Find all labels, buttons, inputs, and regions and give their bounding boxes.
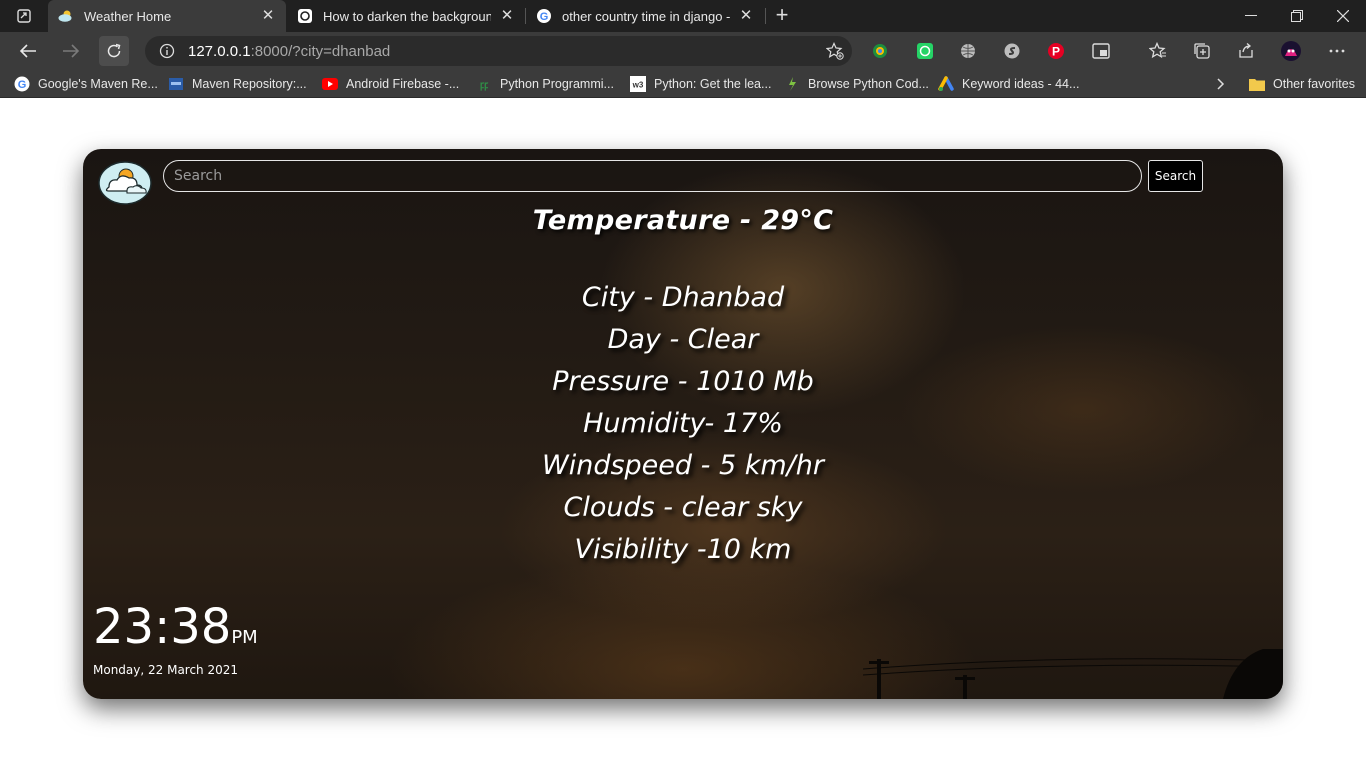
tab-actions-icon[interactable] [10,6,38,26]
chevron-right-icon[interactable] [1212,76,1228,92]
svg-text:G: G [18,79,27,91]
stat-city: City - Dhanbad [581,282,785,313]
stat-visibility: Visibility -10 km [574,534,792,565]
bookmark-android-firebase[interactable]: Android Firebase -... [322,74,459,94]
restore-icon[interactable] [1274,0,1320,32]
bookmark-label: Android Firebase -... [346,77,460,91]
forward-arrow-icon[interactable] [56,36,86,66]
bookmark-label: Google's Maven Re... [38,77,158,91]
share-icon[interactable] [1235,40,1257,62]
bookmark-label: Python Programmi... [500,77,614,91]
folder-icon [1249,76,1265,92]
collections-icon[interactable] [1191,40,1213,62]
maven-icon [168,76,184,92]
temperature-heading: Temperature - 29°C [532,205,834,236]
extension-globe-icon[interactable] [869,40,891,62]
address-bar[interactable]: 127.0.0.1:8000/?city=dhanbad [145,36,852,66]
search-input[interactable] [163,160,1142,192]
youtube-icon [322,76,338,92]
bookmark-label: Maven Repository:... [192,77,307,91]
w3schools-icon: w3 [630,76,646,92]
tab-separator [765,8,766,24]
clock-ampm: PM [231,627,258,648]
current-date: Monday, 22 March 2021 [93,663,239,677]
bookmark-maven-repository[interactable]: Maven Repository:... [168,74,307,94]
extension-s-icon[interactable] [1001,40,1023,62]
stat-windspeed: Windspeed - 5 km/hr [542,450,824,481]
weather-stats: City - Dhanbad Day - Clear Pressure - 10… [83,279,1283,573]
profile-avatar[interactable] [1280,40,1302,62]
other-favorites[interactable]: Other favorites [1249,74,1355,94]
url-path: :8000/?city=dhanbad [250,42,391,60]
tab-title: other country time in django - G [562,8,730,24]
code-icon [784,76,800,92]
google-favicon-icon: G [536,8,552,24]
bookmark-python-programming[interactable]: ꝼꝼ Python Programmi... [476,74,614,94]
more-menu-icon[interactable] [1326,40,1348,62]
clock-time: 23:38 [93,599,232,655]
whatsapp-icon[interactable] [914,40,936,62]
reload-icon[interactable] [99,36,129,66]
svg-text:w3: w3 [632,81,644,90]
back-arrow-icon[interactable] [13,36,43,66]
bookmarks-bar: G Google's Maven Re... Maven Repository:… [0,70,1366,98]
bookmark-label: Other favorites [1273,77,1355,91]
close-tab-icon[interactable]: ✕ [260,8,276,24]
gfg-icon: ꝼꝼ [479,80,489,91]
bookmark-label: Python: Get the lea... [654,77,772,91]
bookmark-browse-python[interactable]: Browse Python Cod... [784,74,929,94]
stat-clouds: Clouds - clear sky [563,492,803,523]
bookmark-keyword-ideas[interactable]: Keyword ideas - 44... [938,74,1079,94]
svg-text:P: P [1052,45,1060,59]
weather-card: Search Temperature - 29°C City - Dhanbad… [83,149,1283,699]
svg-text:G: G [540,11,549,23]
stat-humidity: Humidity- 17% [583,408,783,439]
search-button[interactable]: Search [1148,160,1203,192]
tab-title: Weather Home [84,8,172,24]
stat-day: Day - Clear [607,324,759,355]
world-icon[interactable] [957,40,979,62]
favorites-icon[interactable] [1147,40,1169,62]
weather-favicon-icon [58,8,74,24]
codegrepper-favicon-icon [297,8,313,24]
bookmark-python-get[interactable]: w3 Python: Get the lea... [630,74,771,94]
bookmark-label: Keyword ideas - 44... [962,77,1080,91]
close-window-icon[interactable] [1320,0,1366,32]
power-line-silhouette [863,649,1283,699]
google-ads-icon [938,76,954,92]
site-info-icon[interactable] [159,43,175,59]
google-icon: G [14,76,30,92]
url-host: 127.0.0.1 [188,42,251,60]
pinterest-icon[interactable]: P [1045,40,1067,62]
clock: 23:38PM [93,599,258,655]
weather-logo-icon [97,157,153,205]
bookmark-label: Browse Python Cod... [808,77,929,91]
tab-bar: Weather Home ✕ How to darken the backgro… [0,0,1366,32]
new-tab-icon[interactable]: + [772,4,792,26]
tab-weather-home[interactable]: Weather Home ✕ [48,0,286,32]
add-favorite-icon[interactable] [825,42,844,60]
picture-in-picture-icon[interactable] [1090,40,1112,62]
browser-toolbar: 127.0.0.1:8000/?city=dhanbad P [0,32,1366,91]
bookmark-google-maven[interactable]: G Google's Maven Re... [14,74,158,94]
close-tab-icon[interactable]: ✕ [738,8,754,24]
stat-pressure: Pressure - 1010 Mb [552,366,814,397]
tab-darken-background[interactable]: How to darken the background i ✕ [287,0,525,32]
tab-country-time[interactable]: G other country time in django - G ✕ [526,0,764,32]
tab-title: How to darken the background i [323,8,491,24]
close-tab-icon[interactable]: ✕ [499,8,515,24]
minimize-icon[interactable] [1228,0,1274,32]
